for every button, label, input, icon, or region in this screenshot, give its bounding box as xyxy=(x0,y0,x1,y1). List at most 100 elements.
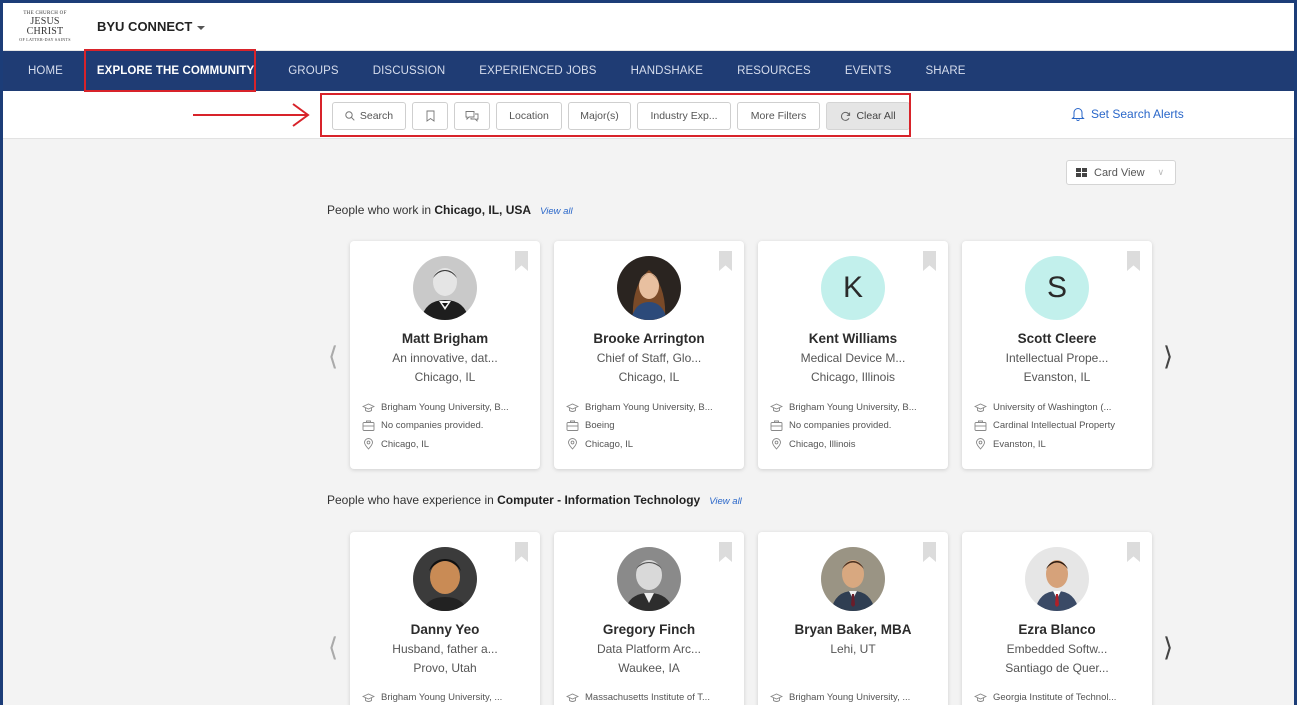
card-headline: An innovative, dat... xyxy=(392,351,498,365)
bookmark-filter-button[interactable] xyxy=(412,102,448,130)
briefcase-icon xyxy=(770,420,783,431)
map-pin-icon xyxy=(772,438,781,450)
card-place-text: Chicago, IL xyxy=(381,438,430,450)
profile-card[interactable]: Brooke Arrington Chief of Staff, Glo... … xyxy=(554,241,744,469)
profile-card[interactable]: Ezra Blanco Embedded Softw... Santiago d… xyxy=(962,532,1152,705)
brand-dropdown[interactable]: BYU CONNECT xyxy=(97,19,206,34)
section-title-location: People who work in Chicago, IL, USA View … xyxy=(327,203,573,217)
bookmark-icon[interactable] xyxy=(923,251,936,271)
graduation-cap-icon xyxy=(770,403,783,412)
nav-home[interactable]: HOME xyxy=(3,51,80,91)
search-filter-label: Search xyxy=(359,110,394,122)
grid-icon xyxy=(1076,168,1087,177)
bookmark-icon[interactable] xyxy=(515,251,528,271)
card-company: Boeing xyxy=(566,420,615,431)
bookmark-icon[interactable] xyxy=(923,542,936,562)
filter-buttons: Search Location Major(s) Industry Exp...… xyxy=(332,102,910,130)
card-company-text: No companies provided. xyxy=(789,420,892,431)
church-logo[interactable]: THE CHURCH OF JESUS CHRIST OF LATTER-DAY… xyxy=(15,11,75,42)
nav-events[interactable]: EVENTS xyxy=(828,51,909,91)
bookmark-icon[interactable] xyxy=(719,251,732,271)
bookmark-icon xyxy=(426,110,434,122)
search-filter-button[interactable]: Search xyxy=(332,102,406,130)
nav-groups[interactable]: GROUPS xyxy=(271,51,355,91)
carousel-prev-icon[interactable]: ⟨ xyxy=(328,344,338,370)
card-place-text: Chicago, IL xyxy=(585,438,634,450)
card-place: Chicago, Illinois xyxy=(770,438,856,450)
set-search-alerts-link[interactable]: Set Search Alerts xyxy=(1071,106,1184,121)
graduation-cap-icon xyxy=(974,403,987,412)
card-school-text: Brigham Young University, B... xyxy=(585,402,713,413)
profile-card[interactable]: K Kent Williams Medical Device M... Chic… xyxy=(758,241,948,469)
main-nav: HOME EXPLORE THE COMMUNITY GROUPS DISCUS… xyxy=(3,51,1294,91)
graduation-cap-icon xyxy=(566,693,579,702)
profile-card[interactable]: Matt Brigham An innovative, dat... Chica… xyxy=(350,241,540,469)
more-filters-button[interactable]: More Filters xyxy=(737,102,820,130)
bookmark-icon[interactable] xyxy=(515,542,528,562)
industry-filter-label: Industry Exp... xyxy=(650,110,718,122)
bookmark-icon[interactable] xyxy=(719,542,732,562)
card-name: Kent Williams xyxy=(808,331,898,346)
card-name: Scott Cleere xyxy=(1017,331,1097,346)
card-school-text: Brigham Young University, B... xyxy=(381,402,509,413)
location-filter-button[interactable]: Location xyxy=(496,102,562,130)
profile-card[interactable]: Gregory Finch Data Platform Arc... Wauke… xyxy=(554,532,744,705)
graduation-cap-icon xyxy=(974,693,987,702)
view-all-link[interactable]: View all xyxy=(540,206,573,217)
card-place-text: Chicago, Illinois xyxy=(789,438,856,450)
view-all-link[interactable]: View all xyxy=(709,496,742,507)
briefcase-icon xyxy=(974,420,987,431)
graduation-cap-icon xyxy=(362,403,375,412)
carousel-prev-icon[interactable]: ⟨ xyxy=(328,635,338,661)
avatar xyxy=(413,256,477,320)
card-headline: Chief of Staff, Glo... xyxy=(596,351,702,365)
avatar xyxy=(821,547,885,611)
more-filters-label: More Filters xyxy=(750,110,807,122)
top-header: THE CHURCH OF JESUS CHRIST OF LATTER-DAY… xyxy=(3,3,1294,51)
majors-filter-button[interactable]: Major(s) xyxy=(568,102,631,130)
nav-resources[interactable]: RESOURCES xyxy=(720,51,828,91)
card-school: Brigham Young University, ... xyxy=(362,692,502,703)
card-place: Evanston, IL xyxy=(974,438,1046,450)
profile-card[interactable]: Danny Yeo Husband, father a... Provo, Ut… xyxy=(350,532,540,705)
brand-label: BYU CONNECT xyxy=(97,19,193,34)
card-school: Brigham Young University, B... xyxy=(770,402,917,413)
briefcase-icon xyxy=(566,420,579,431)
bookmark-icon[interactable] xyxy=(1127,251,1140,271)
card-company-text: Cardinal Intellectual Property xyxy=(993,420,1115,431)
nav-handshake[interactable]: HANDSHAKE xyxy=(614,51,720,91)
carousel-next-icon[interactable]: ⟩ xyxy=(1163,635,1173,661)
nav-share[interactable]: SHARE xyxy=(908,51,982,91)
briefcase-icon xyxy=(362,420,375,431)
avatar xyxy=(617,547,681,611)
card-school-text: Brigham Young University, B... xyxy=(789,402,917,413)
nav-experienced-jobs[interactable]: EXPERIENCED JOBS xyxy=(462,51,613,91)
nav-explore-the-community[interactable]: EXPLORE THE COMMUNITY xyxy=(80,51,271,91)
clear-all-label: Clear All xyxy=(856,110,896,122)
profile-card[interactable]: Bryan Baker, MBA Lehi, UT Brigham Young … xyxy=(758,532,948,705)
card-name: Ezra Blanco xyxy=(1018,622,1096,637)
carousel-next-icon[interactable]: ⟩ xyxy=(1163,344,1173,370)
card-location: Chicago, IL xyxy=(414,370,476,384)
card-location: Santiago de Quer... xyxy=(1005,661,1109,675)
card-location: Evanston, IL xyxy=(1023,370,1091,384)
card-school: Massachusetts Institute of T... xyxy=(566,692,710,703)
card-school: Brigham Young University, B... xyxy=(566,402,713,413)
clear-all-button[interactable]: Clear All xyxy=(826,102,910,130)
refresh-icon xyxy=(841,111,851,121)
arrow-right-icon xyxy=(193,103,310,127)
profile-card[interactable]: S Scott Cleere Intellectual Prope... Eva… xyxy=(962,241,1152,469)
logo-line-2: JESUS CHRIST xyxy=(26,16,64,37)
industry-filter-button[interactable]: Industry Exp... xyxy=(637,102,731,130)
card-location: Provo, Utah xyxy=(413,661,477,675)
search-icon xyxy=(345,111,355,121)
card-company: No companies provided. xyxy=(770,420,891,431)
chat-filter-button[interactable] xyxy=(454,102,490,130)
card-view-dropdown[interactable]: Card View ∨ xyxy=(1066,160,1176,185)
graduation-cap-icon xyxy=(770,693,783,702)
nav-discussion[interactable]: DISCUSSION xyxy=(356,51,463,91)
card-name: Danny Yeo xyxy=(410,622,480,637)
bookmark-icon[interactable] xyxy=(1127,542,1140,562)
card-place: Chicago, IL xyxy=(362,438,429,450)
card-school: Brigham Young University, ... xyxy=(770,692,910,703)
